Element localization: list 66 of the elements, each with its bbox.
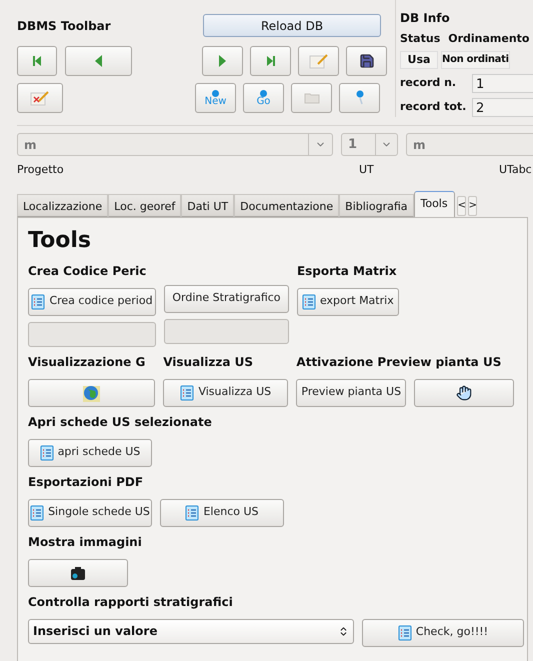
value-dropdown[interactable]: Inserisci un valore [28, 618, 354, 644]
utabc-field[interactable]: m [406, 133, 533, 156]
section-title: Mostra immagini [28, 534, 143, 550]
tool-button[interactable]: Elenco US [160, 498, 284, 526]
section-title: Attivazione Preview pianta US [296, 354, 502, 370]
document-list-icon [302, 294, 316, 310]
camera-icon [70, 564, 86, 580]
folder-icon [304, 92, 320, 104]
document-list-icon [30, 504, 44, 520]
status-value: Usa [400, 50, 438, 69]
tab[interactable]: Documentazione [234, 194, 340, 216]
section-title: Crea Codice Peric [28, 262, 148, 280]
status-label: Status [400, 31, 440, 47]
ut-dropdown[interactable]: 1 [341, 133, 398, 156]
tab[interactable]: Tools [414, 190, 455, 216]
reload-button[interactable]: Reload DB [203, 14, 381, 37]
tool-button[interactable]: Preview pianta US [296, 378, 406, 406]
project-label: Progetto [17, 162, 65, 178]
section-title: Esporta Matrix [296, 262, 398, 280]
project-dropdown[interactable]: m [17, 133, 333, 156]
toolbar-button[interactable] [346, 46, 387, 76]
tab-scroll-button[interactable]: > [468, 196, 477, 216]
document-list-icon [185, 504, 200, 520]
document-list-icon [398, 624, 412, 640]
section-title: Apri schede US selezionate [28, 414, 213, 430]
skip-forward-icon [266, 55, 276, 67]
record-total-label: record tot. [400, 99, 468, 116]
hand-icon [456, 384, 472, 400]
icon-button[interactable] [28, 558, 128, 586]
tool-button[interactable]: Check, go!!!! [362, 618, 524, 646]
tool-button[interactable]: Ordine Stratigrafico [164, 284, 289, 312]
edit-document-icon [308, 52, 330, 70]
triangle-left-icon [95, 55, 102, 67]
document-list-icon [40, 444, 54, 460]
tool-button[interactable]: Crea codice period [28, 288, 156, 316]
document-list-icon [31, 294, 46, 310]
record-total-field: 2 [472, 98, 533, 117]
tab[interactable]: Bibliografia [339, 194, 414, 216]
tab[interactable]: Loc. georef [108, 194, 182, 216]
ordering-value: Non ordinati [441, 50, 510, 69]
record-number-field: 1 [472, 74, 533, 93]
db-info-title: DB Info [400, 10, 451, 27]
tab-scroll-button[interactable]: < [456, 196, 466, 216]
toolbar-title: DBMS Toolbar [17, 18, 112, 34]
section-title: Esportazioni PDF [28, 474, 144, 490]
document-list-icon [180, 384, 194, 400]
tool-button[interactable]: Visualizza US [163, 378, 288, 406]
triangle-right-icon [219, 55, 226, 67]
section-title: Visualizzazione G [28, 354, 146, 370]
tab[interactable]: Dati UT [181, 194, 234, 216]
tool-button[interactable]: apri schede US [28, 438, 152, 466]
ordering-label: Ordinamento [448, 31, 530, 47]
section-title: Visualizza US [163, 354, 254, 370]
tools-heading: Tools [28, 228, 92, 254]
tool-button[interactable]: export Matrix [296, 288, 399, 316]
utabc-label: UTabc [499, 162, 532, 178]
skip-back-icon [32, 55, 42, 67]
tab[interactable]: Localizzazione [17, 194, 108, 216]
tool-button[interactable]: Singole schede US [28, 498, 152, 526]
search-icon [354, 90, 364, 106]
record-number-label: record n. [400, 75, 458, 92]
save-icon [358, 53, 374, 69]
updown-icon [338, 626, 349, 636]
section-title: Controlla rapporti stratigrafici [28, 594, 234, 610]
ut-label: UT [359, 162, 375, 178]
delete-document-icon [29, 89, 51, 107]
